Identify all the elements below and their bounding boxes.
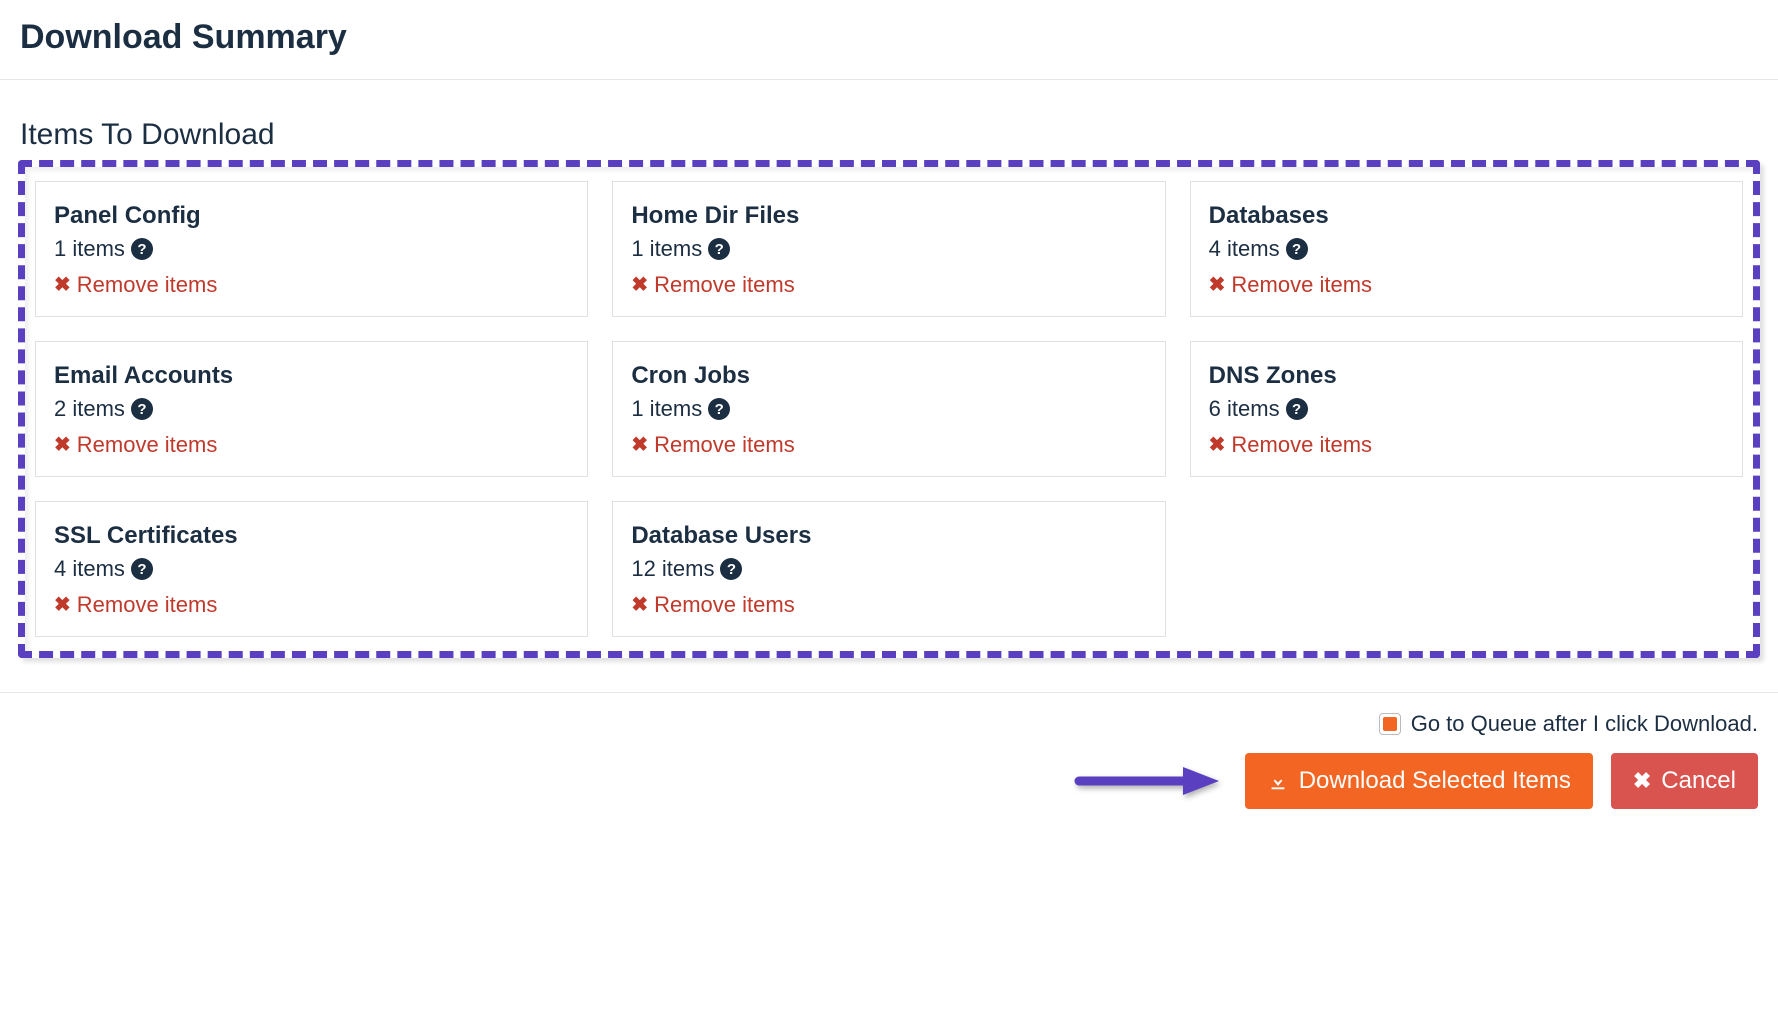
card-count-row: 4 items ? bbox=[1209, 236, 1724, 262]
card-count-row: 6 items ? bbox=[1209, 396, 1724, 422]
download-selected-button[interactable]: Download Selected Items bbox=[1245, 753, 1593, 809]
help-icon[interactable]: ? bbox=[1286, 398, 1308, 420]
remove-items-label: Remove items bbox=[77, 592, 218, 618]
card-count-row: 2 items ? bbox=[54, 396, 569, 422]
help-icon[interactable]: ? bbox=[720, 558, 742, 580]
button-row: Download Selected Items ✖ Cancel bbox=[1071, 753, 1758, 809]
download-icon bbox=[1267, 770, 1289, 792]
annotation-arrow bbox=[1071, 761, 1221, 801]
remove-items-label: Remove items bbox=[654, 272, 795, 298]
card-title: Panel Config bbox=[54, 202, 569, 230]
remove-items-link[interactable]: ✖ Remove items bbox=[54, 432, 217, 458]
card-count-row: 12 items ? bbox=[631, 556, 1146, 582]
card-home-dir-files: Home Dir Files 1 items ? ✖ Remove items bbox=[612, 181, 1165, 317]
remove-items-link[interactable]: ✖ Remove items bbox=[631, 272, 794, 298]
download-button-label: Download Selected Items bbox=[1299, 767, 1571, 795]
remove-items-label: Remove items bbox=[77, 272, 218, 298]
queue-checkbox-row[interactable]: Go to Queue after I click Download. bbox=[1379, 711, 1758, 737]
card-cron-jobs: Cron Jobs 1 items ? ✖ Remove items bbox=[612, 341, 1165, 477]
help-icon[interactable]: ? bbox=[708, 398, 730, 420]
close-icon: ✖ bbox=[631, 595, 648, 615]
remove-items-link[interactable]: ✖ Remove items bbox=[1209, 272, 1372, 298]
arrow-right-icon bbox=[1071, 761, 1221, 801]
remove-items-link[interactable]: ✖ Remove items bbox=[631, 592, 794, 618]
card-title: SSL Certificates bbox=[54, 522, 569, 550]
footer: Go to Queue after I click Download. Down… bbox=[0, 711, 1778, 829]
card-database-users: Database Users 12 items ? ✖ Remove items bbox=[612, 501, 1165, 637]
items-highlight-box: Panel Config 1 items ? ✖ Remove items Ho… bbox=[18, 160, 1760, 658]
help-icon[interactable]: ? bbox=[131, 558, 153, 580]
card-title: Database Users bbox=[631, 522, 1146, 550]
card-count-text: 1 items bbox=[631, 396, 702, 422]
card-count-text: 1 items bbox=[54, 236, 125, 262]
remove-items-link[interactable]: ✖ Remove items bbox=[54, 592, 217, 618]
card-count-text: 4 items bbox=[1209, 236, 1280, 262]
card-count-text: 2 items bbox=[54, 396, 125, 422]
card-count-text: 1 items bbox=[631, 236, 702, 262]
card-count-row: 1 items ? bbox=[631, 396, 1146, 422]
remove-items-label: Remove items bbox=[1231, 432, 1372, 458]
card-count-row: 1 items ? bbox=[54, 236, 569, 262]
section-divider bbox=[0, 692, 1778, 693]
card-count-text: 12 items bbox=[631, 556, 714, 582]
card-email-accounts: Email Accounts 2 items ? ✖ Remove items bbox=[35, 341, 588, 477]
remove-items-label: Remove items bbox=[1231, 272, 1372, 298]
title-divider bbox=[0, 79, 1778, 80]
cards-grid: Panel Config 1 items ? ✖ Remove items Ho… bbox=[25, 181, 1753, 637]
close-icon: ✖ bbox=[1633, 770, 1651, 792]
card-count-text: 6 items bbox=[1209, 396, 1280, 422]
card-dns-zones: DNS Zones 6 items ? ✖ Remove items bbox=[1190, 341, 1743, 477]
close-icon: ✖ bbox=[54, 275, 71, 295]
card-panel-config: Panel Config 1 items ? ✖ Remove items bbox=[35, 181, 588, 317]
close-icon: ✖ bbox=[631, 275, 648, 295]
queue-checkbox[interactable] bbox=[1379, 713, 1401, 735]
checkbox-checked-icon bbox=[1383, 717, 1397, 731]
page-title: Download Summary bbox=[0, 0, 1778, 79]
cancel-button[interactable]: ✖ Cancel bbox=[1611, 753, 1758, 809]
help-icon[interactable]: ? bbox=[1286, 238, 1308, 260]
card-count-row: 1 items ? bbox=[631, 236, 1146, 262]
remove-items-link[interactable]: ✖ Remove items bbox=[631, 432, 794, 458]
remove-items-label: Remove items bbox=[77, 432, 218, 458]
close-icon: ✖ bbox=[54, 435, 71, 455]
help-icon[interactable]: ? bbox=[131, 398, 153, 420]
close-icon: ✖ bbox=[54, 595, 71, 615]
card-title: Home Dir Files bbox=[631, 202, 1146, 230]
card-count-text: 4 items bbox=[54, 556, 125, 582]
help-icon[interactable]: ? bbox=[708, 238, 730, 260]
queue-checkbox-label: Go to Queue after I click Download. bbox=[1411, 711, 1758, 737]
close-icon: ✖ bbox=[1209, 275, 1226, 295]
card-ssl-certificates: SSL Certificates 4 items ? ✖ Remove item… bbox=[35, 501, 588, 637]
card-title: Databases bbox=[1209, 202, 1724, 230]
cancel-button-label: Cancel bbox=[1661, 767, 1736, 795]
remove-items-link[interactable]: ✖ Remove items bbox=[54, 272, 217, 298]
card-title: DNS Zones bbox=[1209, 362, 1724, 390]
section-title: Items To Download bbox=[0, 118, 1778, 160]
card-count-row: 4 items ? bbox=[54, 556, 569, 582]
remove-items-label: Remove items bbox=[654, 432, 795, 458]
remove-items-link[interactable]: ✖ Remove items bbox=[1209, 432, 1372, 458]
close-icon: ✖ bbox=[631, 435, 648, 455]
remove-items-label: Remove items bbox=[654, 592, 795, 618]
card-databases: Databases 4 items ? ✖ Remove items bbox=[1190, 181, 1743, 317]
close-icon: ✖ bbox=[1209, 435, 1226, 455]
help-icon[interactable]: ? bbox=[131, 238, 153, 260]
card-title: Email Accounts bbox=[54, 362, 569, 390]
card-title: Cron Jobs bbox=[631, 362, 1146, 390]
